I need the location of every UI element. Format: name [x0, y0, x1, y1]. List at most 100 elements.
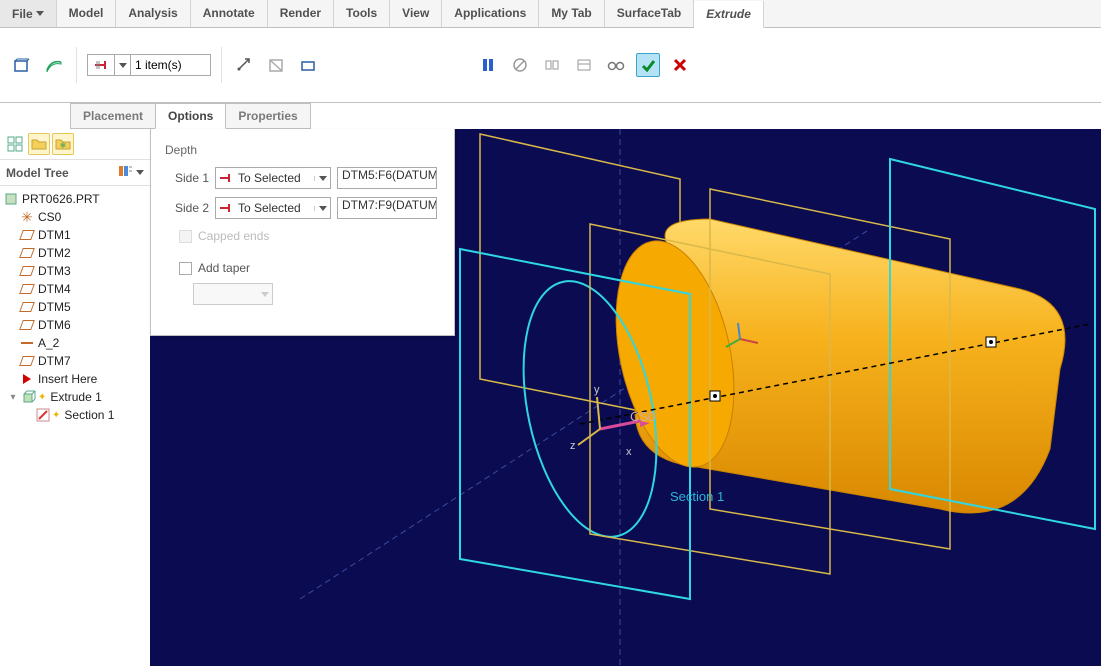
menu-render[interactable]: Render: [268, 0, 334, 27]
csys-label-3d: CS0: [630, 409, 655, 424]
tree-node-dtm6[interactable]: DTM6: [2, 316, 148, 334]
svg-text:y: y: [594, 384, 600, 396]
flip-direction-button[interactable]: [232, 53, 256, 77]
tree-root-label: PRT0626.PRT: [22, 192, 100, 206]
depth-items-input[interactable]: [131, 54, 211, 76]
accept-button[interactable]: [636, 53, 660, 77]
menu-surfacetab[interactable]: SurfaceTab: [605, 0, 694, 27]
tree-label: DTM6: [38, 318, 71, 332]
depth-dropdown-arrow[interactable]: [115, 54, 131, 76]
menu-tools[interactable]: Tools: [334, 0, 390, 27]
menu-mytab[interactable]: My Tab: [539, 0, 604, 27]
side1-type-value: To Selected: [236, 171, 314, 185]
menu-file[interactable]: File: [0, 0, 57, 27]
depth-type-icon: [216, 202, 236, 214]
side1-type-select[interactable]: To Selected: [215, 167, 331, 189]
side2-ref-input[interactable]: DTM7:F9(DATUM PLANE): [337, 197, 437, 219]
tree-node-a2[interactable]: A_2: [2, 334, 148, 352]
tree-node-section1[interactable]: ✦ Section 1: [2, 406, 148, 424]
model-tree-sidebar: ✱ Model Tree PRT0626.PRT ✳CS0 DTM1 DTM2 …: [0, 129, 150, 666]
tree-folder-button[interactable]: [28, 133, 50, 155]
menu-extrude[interactable]: Extrude: [694, 1, 764, 28]
tree-node-dtm5[interactable]: DTM5: [2, 298, 148, 316]
capped-ends-label: Capped ends: [198, 229, 269, 243]
pause-button[interactable]: [476, 53, 500, 77]
main-menubar: File Model Analysis Annotate Render Tool…: [0, 0, 1101, 28]
svg-text:✱: ✱: [60, 141, 67, 150]
side2-type-value: To Selected: [236, 201, 314, 215]
menu-view[interactable]: View: [390, 0, 442, 27]
datum-icon: [20, 354, 34, 368]
separator: [76, 47, 77, 83]
main-area: ✱ Model Tree PRT0626.PRT ✳CS0 DTM1 DTM2 …: [0, 129, 1101, 666]
tree-label: A_2: [38, 336, 59, 350]
tree-root[interactable]: PRT0626.PRT: [2, 190, 148, 208]
panel-title: Model Tree: [6, 166, 69, 180]
insert-arrow-icon: [20, 372, 34, 386]
svg-text:x: x: [626, 446, 632, 458]
tree-label: DTM1: [38, 228, 71, 242]
tree-node-insert-here[interactable]: Insert Here: [2, 370, 148, 388]
model-tree-header: Model Tree: [0, 160, 150, 186]
tree-node-extrude1[interactable]: ▾ ✦ Extrude 1: [2, 388, 148, 406]
datum-icon: [20, 282, 34, 296]
tab-placement[interactable]: Placement: [70, 103, 156, 129]
tree-folder-star-button[interactable]: ✱: [52, 133, 74, 155]
tree-node-dtm7[interactable]: DTM7: [2, 352, 148, 370]
menu-analysis[interactable]: Analysis: [116, 0, 190, 27]
glasses-view-button[interactable]: [604, 53, 628, 77]
separator: [221, 47, 222, 83]
remove-material-button[interactable]: [264, 53, 288, 77]
tree-label: DTM4: [38, 282, 71, 296]
side1-ref-input[interactable]: DTM5:F6(DATUM PLANE): [337, 167, 437, 189]
options-panel: Depth Side 1 To Selected DTM5:F6(DATUM P…: [150, 129, 455, 336]
cancel-button[interactable]: [668, 53, 692, 77]
tab-options[interactable]: Options: [155, 103, 226, 129]
tree-node-cs0[interactable]: ✳CS0: [2, 208, 148, 226]
attach-geom-button[interactable]: [540, 53, 564, 77]
taper-angle-input: [193, 283, 273, 305]
sketch-icon: [36, 408, 50, 422]
caret-down-icon: [119, 63, 127, 68]
add-taper-checkbox[interactable]: [179, 262, 192, 275]
tree-settings-icon[interactable]: [118, 164, 132, 181]
depth-section-label: Depth: [165, 143, 440, 157]
side2-label: Side 2: [165, 201, 209, 215]
datum-icon: [20, 246, 34, 260]
side2-row: Side 2 To Selected DTM7:F9(DATUM PLANE): [165, 197, 440, 219]
thicken-sketch-button[interactable]: [296, 53, 320, 77]
spark-icon: ✦: [38, 392, 46, 403]
extrude-icon: [22, 390, 36, 404]
tree-label: DTM5: [38, 300, 71, 314]
tree-toggle[interactable]: ▾: [8, 392, 18, 403]
extrude-surface-button[interactable]: [42, 53, 66, 77]
svg-text:z: z: [570, 440, 576, 452]
preview-geom-button[interactable]: [572, 53, 596, 77]
depth-select-group: [87, 54, 211, 76]
tree-label: CS0: [38, 210, 61, 224]
spark-icon: ✦: [52, 410, 60, 421]
tree-node-dtm1[interactable]: DTM1: [2, 226, 148, 244]
datum-icon: [20, 318, 34, 332]
axis-icon: [20, 336, 34, 350]
tree-node-dtm3[interactable]: DTM3: [2, 262, 148, 280]
no-verify-button[interactable]: [508, 53, 532, 77]
dropdown-arrow: [314, 176, 330, 181]
capped-ends-row: Capped ends: [179, 229, 440, 243]
menu-applications[interactable]: Applications: [442, 0, 539, 27]
tree-label: Insert Here: [38, 372, 97, 386]
tree-layers-button[interactable]: [4, 133, 26, 155]
menu-file-label: File: [12, 7, 33, 21]
depth-direction-button[interactable]: [87, 54, 115, 76]
menu-model[interactable]: Model: [57, 0, 117, 27]
tree-node-dtm2[interactable]: DTM2: [2, 244, 148, 262]
section-label-3d: Section 1: [670, 489, 724, 504]
caret-down-icon[interactable]: [136, 170, 144, 175]
tree-node-dtm4[interactable]: DTM4: [2, 280, 148, 298]
tree-label: DTM3: [38, 264, 71, 278]
side2-type-select[interactable]: To Selected: [215, 197, 331, 219]
menu-annotate[interactable]: Annotate: [191, 0, 268, 27]
tab-properties[interactable]: Properties: [225, 103, 310, 129]
extrude-solid-button[interactable]: [10, 53, 34, 77]
ribbon-toolbar: [0, 28, 1101, 103]
